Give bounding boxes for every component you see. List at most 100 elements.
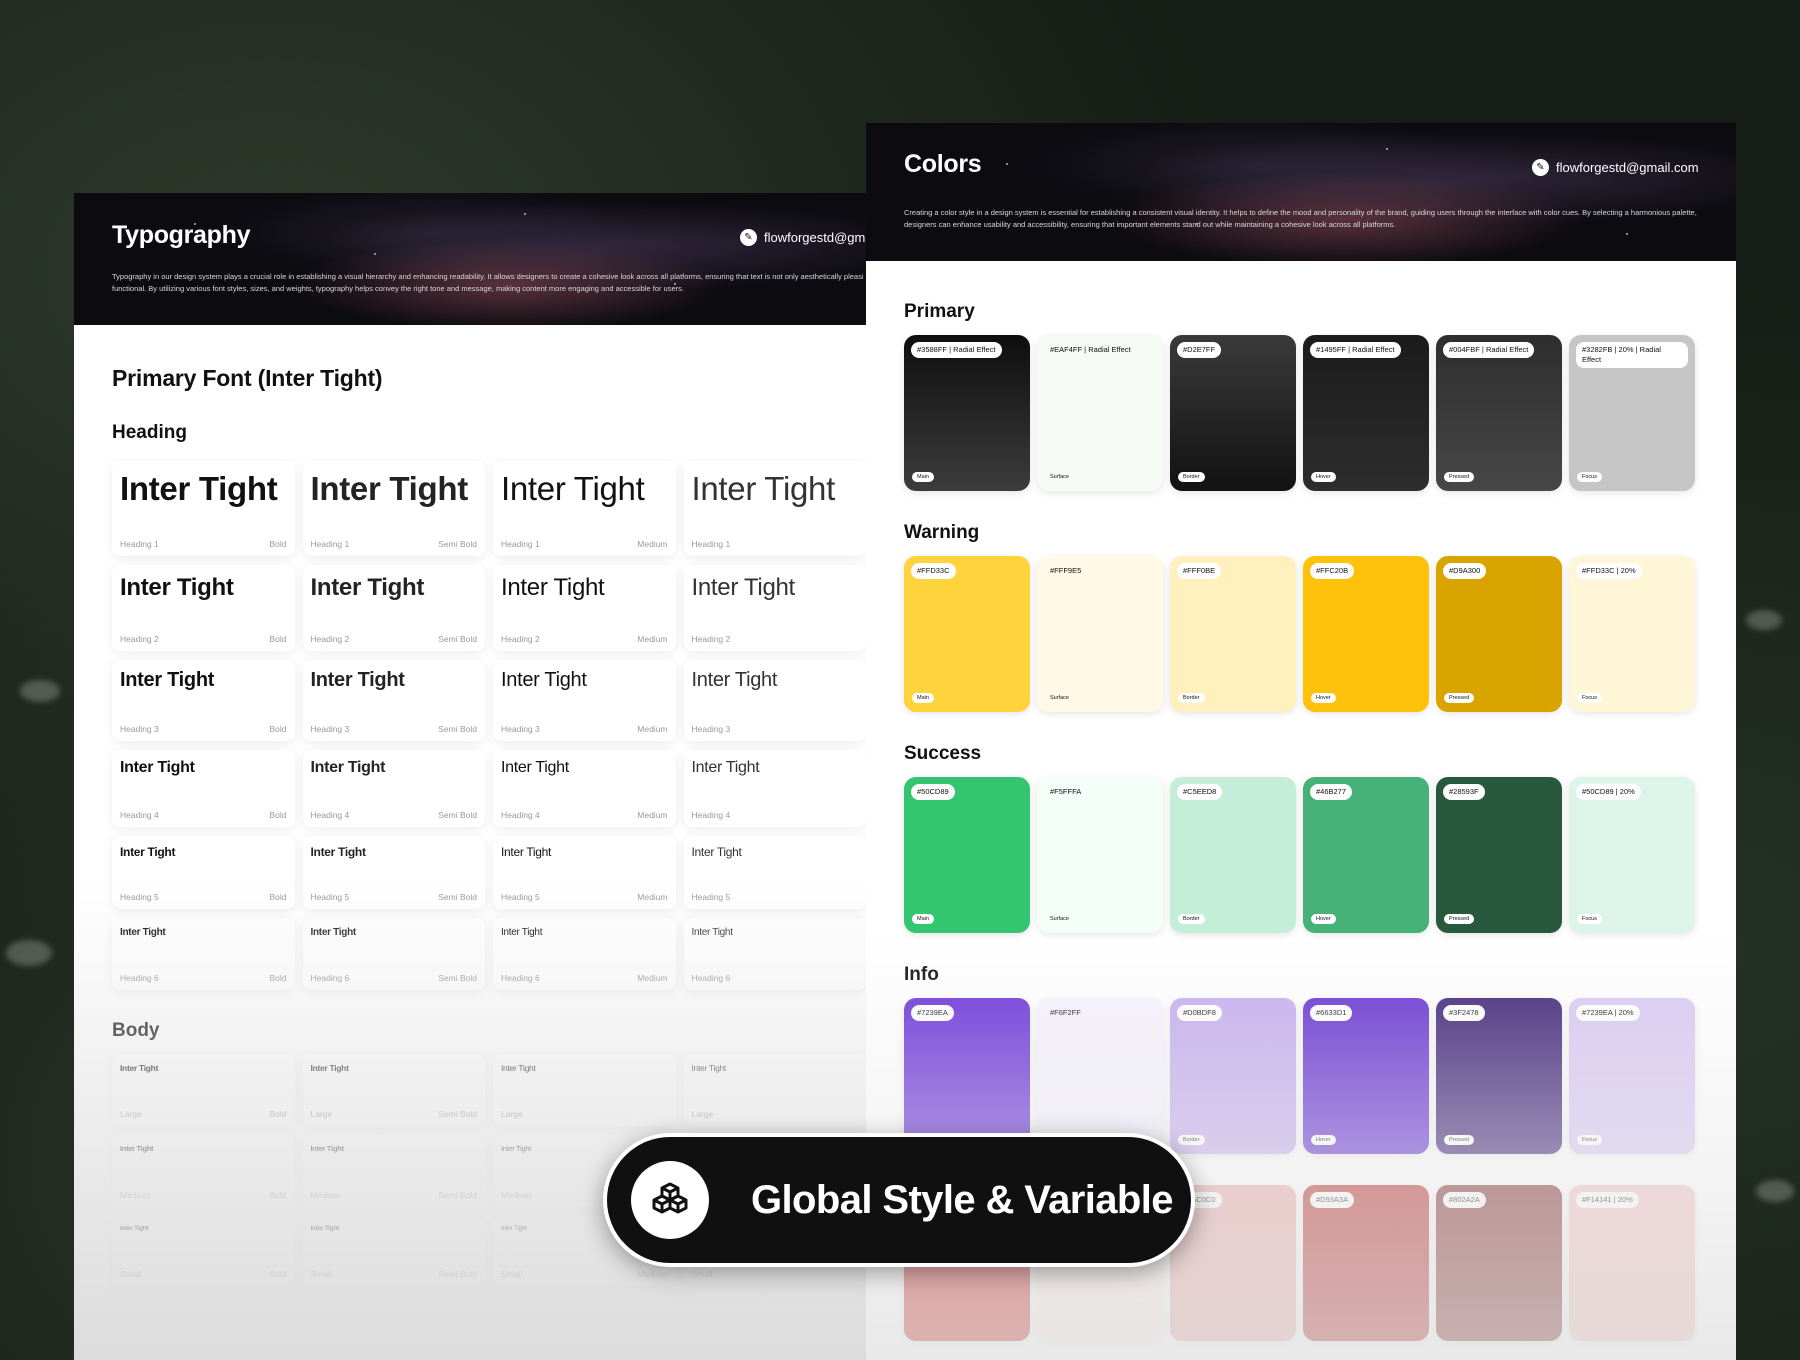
color-swatch[interactable]: #EAF4FF | Radial Effect Surface bbox=[1037, 335, 1163, 491]
type-card[interactable]: Inter Tight Large bbox=[493, 1054, 676, 1126]
swatch-role-label: Main bbox=[912, 472, 934, 482]
type-sample: Inter Tight bbox=[310, 927, 357, 938]
type-card[interactable]: Inter Tight Small Semi Bold bbox=[302, 1216, 485, 1286]
color-swatch[interactable]: #7239EA | 20% Focus bbox=[1569, 998, 1695, 1154]
color-swatch[interactable]: #D93A3A bbox=[1303, 1185, 1429, 1341]
typography-email[interactable]: ✎ flowforgestd@gm bbox=[740, 229, 865, 246]
color-swatch[interactable]: #F5FFFA Surface bbox=[1037, 777, 1163, 933]
color-swatch[interactable]: #F6F2FF bbox=[1037, 998, 1163, 1154]
type-weight-label: Bold bbox=[269, 973, 287, 983]
type-row: Inter Tight Large Bold Inter Tight Large Semi… bbox=[112, 1054, 866, 1126]
color-swatch[interactable]: #FFD33C | 20% Focus bbox=[1569, 556, 1695, 712]
color-swatch[interactable]: #D0BDF8 Border bbox=[1170, 998, 1296, 1154]
type-card[interactable]: Inter Tight Heading 6 Medium bbox=[493, 918, 676, 990]
type-card[interactable]: Inter Tight Heading 3 Bold bbox=[112, 660, 295, 741]
type-card[interactable]: Inter Tight Heading 4 Semi Bold bbox=[302, 750, 485, 827]
swatch-row: #3588FF | Radial Effect Main #EAF4FF | Rad… bbox=[904, 335, 1736, 491]
color-swatch[interactable]: #50CD89 Main bbox=[904, 777, 1030, 933]
type-card[interactable]: Inter Tight Large Bold bbox=[112, 1054, 295, 1126]
type-card[interactable]: Inter Tight Heading 5 Medium bbox=[493, 836, 676, 909]
colors-email[interactable]: ✎ flowforgestd@gmail.com bbox=[1532, 159, 1699, 176]
type-card[interactable]: Inter Tight Heading 6 Bold bbox=[112, 918, 295, 990]
swatch-role-label: Hover bbox=[1311, 914, 1336, 924]
color-group-title: Success bbox=[904, 743, 982, 764]
type-card[interactable]: Inter Tight Medium Bold bbox=[112, 1135, 295, 1207]
type-level-label: Heading 2 bbox=[120, 634, 159, 644]
type-sample: Inter Tight bbox=[501, 574, 605, 601]
color-swatch[interactable]: #C5EED8 Border bbox=[1170, 777, 1296, 933]
type-meta: Medium Bold bbox=[120, 1190, 287, 1200]
color-swatch[interactable]: #3282FB | 20% | Radial Effect Focus bbox=[1569, 335, 1695, 491]
type-level-label: Small bbox=[691, 1269, 713, 1279]
type-card[interactable]: Inter Tight Small Bold bbox=[112, 1216, 295, 1286]
swatch-hex-label: #3F2478 bbox=[1443, 1005, 1485, 1021]
color-swatch[interactable]: #7239EA bbox=[904, 998, 1030, 1154]
type-card[interactable]: Inter Tight Heading 1 Medium bbox=[493, 461, 676, 556]
type-card[interactable]: Inter Tight Heading 1 bbox=[683, 461, 866, 556]
type-weight-label: Semi Bold bbox=[438, 634, 477, 644]
swatch-hex-label: #7239EA | 20% bbox=[1576, 1005, 1640, 1021]
type-row: Inter Tight Heading 4 Bold Inter Tight Headi… bbox=[112, 750, 866, 827]
color-swatch[interactable]: #46B277 Hover bbox=[1303, 777, 1429, 933]
color-swatch[interactable]: #FFC20B Hover bbox=[1303, 556, 1429, 712]
color-swatch[interactable]: #FFF0BE Border bbox=[1170, 556, 1296, 712]
color-swatch[interactable]: #28593F Pressed bbox=[1436, 777, 1562, 933]
color-swatch[interactable]: #D2E7FF Border bbox=[1170, 335, 1296, 491]
colors-email-text: flowforgestd@gmail.com bbox=[1556, 160, 1699, 175]
swatch-row: #50CD89 Main #F5FFFA Surface #C5EED8 Border #4… bbox=[904, 777, 1736, 933]
type-weight-label: Semi Bold bbox=[438, 892, 477, 902]
swatch-role-label: Main bbox=[912, 914, 934, 924]
type-card[interactable]: Inter Tight Heading 5 Bold bbox=[112, 836, 295, 909]
color-swatch[interactable]: #FFF9E5 Surface bbox=[1037, 556, 1163, 712]
type-card[interactable]: Inter Tight Heading 1 Bold bbox=[112, 461, 295, 556]
type-level-label: Heading 4 bbox=[501, 810, 540, 820]
type-card[interactable]: Inter Tight Heading 5 bbox=[683, 836, 866, 909]
color-swatch[interactable]: #3588FF | Radial Effect Main bbox=[904, 335, 1030, 491]
color-swatch[interactable]: #6633D1 Hover bbox=[1303, 998, 1429, 1154]
type-meta: Heading 5 bbox=[692, 892, 859, 902]
type-card[interactable]: Inter Tight Heading 5 Semi Bold bbox=[302, 836, 485, 909]
type-card[interactable]: Inter Tight Heading 6 Semi Bold bbox=[302, 918, 485, 990]
color-swatch[interactable]: #802A2A bbox=[1436, 1185, 1562, 1341]
badge-label: Global Style & Variable bbox=[751, 1177, 1174, 1222]
color-swatch[interactable]: #D9A300 Pressed bbox=[1436, 556, 1562, 712]
type-card[interactable]: Inter Tight Heading 2 Bold bbox=[112, 565, 295, 651]
type-card[interactable]: Inter Tight Large bbox=[683, 1054, 866, 1126]
type-sample: Inter Tight bbox=[120, 927, 166, 938]
color-swatch[interactable]: #50CD89 | 20% Focus bbox=[1569, 777, 1695, 933]
type-card[interactable]: Inter Tight Heading 6 bbox=[683, 918, 866, 990]
swatch-hex-label: #802A2A bbox=[1443, 1192, 1486, 1208]
type-level-label: Heading 6 bbox=[310, 973, 350, 983]
type-level-label: Heading 1 bbox=[120, 539, 159, 549]
type-weight-label: Semi Bold bbox=[438, 1190, 477, 1200]
color-swatch[interactable]: #1495FF | Radial Effect Hover bbox=[1303, 335, 1429, 491]
type-card[interactable]: Inter Tight Heading 2 bbox=[683, 565, 866, 651]
type-card[interactable]: Inter Tight Heading 2 Semi Bold bbox=[302, 565, 485, 651]
type-card[interactable]: Inter Tight Heading 3 Semi Bold bbox=[302, 660, 485, 741]
type-meta: Medium Semi Bold bbox=[311, 1190, 478, 1200]
type-card[interactable]: Inter Tight Heading 1 Semi Bold bbox=[302, 461, 485, 556]
type-card[interactable]: Inter Tight Heading 3 Medium bbox=[493, 660, 676, 741]
type-sample: Inter Tight bbox=[120, 574, 234, 601]
type-level-label: Small bbox=[501, 1269, 523, 1279]
type-card[interactable]: Inter Tight Heading 2 Medium bbox=[493, 565, 676, 651]
swatch-role-label: Focus bbox=[1577, 693, 1602, 703]
type-level-label: Heading 4 bbox=[310, 810, 350, 820]
color-swatch[interactable]: #004FBF | Radial Effect Pressed bbox=[1436, 335, 1562, 491]
type-sample: Inter Tight bbox=[501, 669, 587, 691]
type-card[interactable]: Inter Tight Heading 4 bbox=[683, 750, 866, 827]
type-card[interactable]: Inter Tight Heading 4 Medium bbox=[493, 750, 676, 827]
type-weight-label: Semi Bold bbox=[438, 973, 477, 983]
type-sample: Inter Tight bbox=[501, 470, 645, 507]
type-card[interactable]: Inter Tight Large Semi Bold bbox=[302, 1054, 485, 1126]
swatch-role-label: Border bbox=[1178, 1135, 1205, 1145]
swatch-role-label: Surface bbox=[1050, 695, 1069, 701]
type-card[interactable]: Inter Tight Medium Semi Bold bbox=[302, 1135, 485, 1207]
color-swatch[interactable]: #3F2478 Pressed bbox=[1436, 998, 1562, 1154]
color-swatch[interactable]: #F14141 | 20% bbox=[1569, 1185, 1695, 1341]
type-card[interactable]: Inter Tight Heading 4 Bold bbox=[112, 750, 295, 827]
swatch-role-label: Hover bbox=[1311, 693, 1336, 703]
color-swatch[interactable]: #FFD33C Main bbox=[904, 556, 1030, 712]
type-card[interactable]: Inter Tight Heading 3 bbox=[683, 660, 866, 741]
type-meta: Heading 3 bbox=[692, 724, 859, 734]
